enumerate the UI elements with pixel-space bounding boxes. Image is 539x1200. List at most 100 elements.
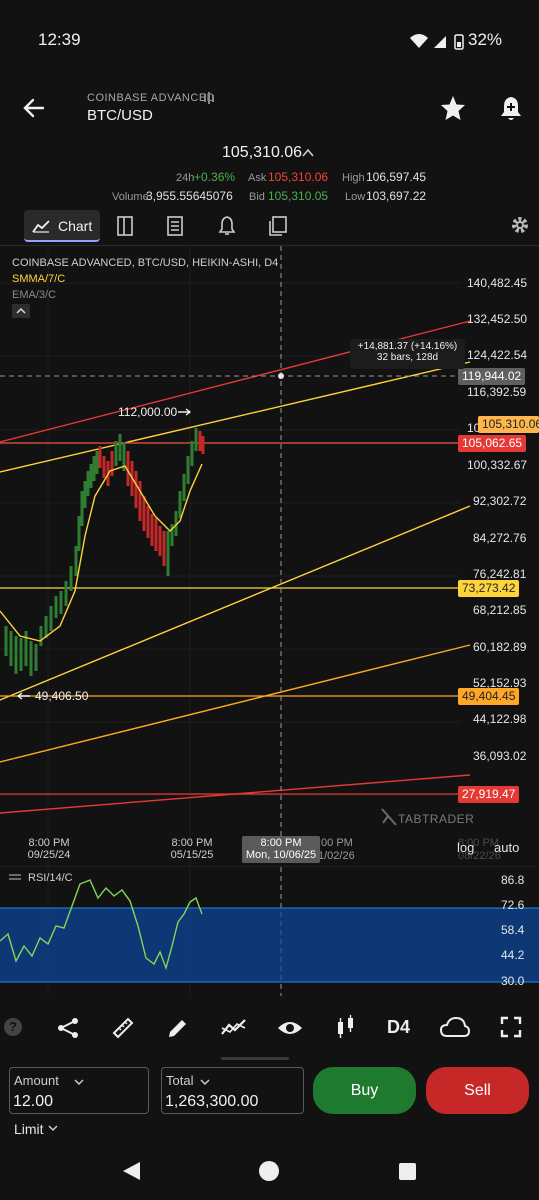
tab-alerts-bell-icon[interactable] [218, 215, 236, 237]
tab-orders-icon[interactable] [268, 215, 288, 237]
nav-home-icon[interactable] [258, 1160, 280, 1182]
smma-line [0, 463, 203, 642]
annotation-low-label: 49,406.50 [35, 689, 89, 703]
total-field[interactable]: Total 1,263,300.00 [161, 1067, 304, 1114]
indicator-ema[interactable]: EMA/3/C [12, 289, 56, 301]
log-scale-toggle[interactable]: log [457, 840, 474, 855]
tab-chart[interactable]: Chart [24, 210, 100, 242]
total-label: Total [166, 1073, 194, 1088]
rsi-level: 58.4 [501, 923, 525, 937]
share-icon[interactable] [56, 1016, 80, 1040]
app-bar: COINBASE ADVANCED BTC/USD [0, 80, 539, 140]
rsi-level: 86.8 [501, 873, 525, 887]
measure-tooltip: +14,881.37 (+14.16%) 32 bars, 128d [350, 339, 465, 369]
price-axis-label: 116,392.59 [467, 385, 527, 399]
high-label: High [342, 172, 365, 184]
add-alert-icon[interactable] [498, 95, 524, 121]
ruler-icon[interactable] [111, 1016, 135, 1040]
crosshair-price-tag: 119,944.02 [458, 368, 526, 385]
last-price-tag: 105,310.06 [478, 416, 539, 433]
high-value: 106,597.45 [366, 170, 427, 184]
price-axis-label: 100,332.67 [467, 458, 528, 472]
chevron-up-icon [302, 148, 314, 157]
visibility-eye-icon[interactable] [277, 1016, 303, 1040]
time-axis-label: 8:00 PM 05/15/25 [168, 837, 216, 861]
bid-value: 105,310.05 [268, 189, 329, 203]
trendline-yellow-upper [0, 361, 471, 473]
rsi-label[interactable]: RSI/14/C [28, 872, 73, 884]
ask-label: Ask [248, 172, 267, 184]
status-time: 12:39 [38, 30, 81, 49]
buy-button[interactable]: Buy [313, 1067, 416, 1114]
exchange-name: COINBASE ADVANCED [87, 92, 216, 104]
last-price: 105,310.06 [222, 144, 303, 161]
level-tag-red-low: 27,919.47 [458, 786, 520, 803]
price-chart[interactable]: COINBASE ADVANCED, BTC/USD, HEIKIN-ASHI,… [0, 246, 539, 996]
crosshair-point [278, 373, 284, 379]
timeframe-selector[interactable]: D4 [387, 1017, 410, 1038]
help-icon[interactable]: ? [4, 1018, 22, 1036]
view-tabs: Chart [0, 206, 539, 246]
amount-label: Amount [14, 1073, 59, 1088]
exchange-signal-icon [204, 92, 214, 104]
collapse-legend-button[interactable] [12, 304, 30, 318]
battery-percent: 32% [468, 30, 503, 49]
price-axis-label: 140,482.45 [467, 276, 528, 290]
time-axis-partial: :00 PM [318, 837, 353, 849]
measure-bars: 32 bars, 128d [376, 352, 439, 363]
order-type-selector[interactable]: Limit [14, 1121, 44, 1137]
bid-label: Bid [249, 191, 265, 203]
favorite-star-icon[interactable] [440, 95, 466, 121]
chart-tab-icon [32, 220, 50, 233]
tabtrader-logo-icon [381, 808, 397, 826]
rsi-level: 72.6 [501, 898, 525, 912]
rsi-pane [0, 866, 539, 983]
nav-recents-icon[interactable] [398, 1162, 417, 1181]
rsi-band [0, 908, 539, 982]
crosshair-date: Mon, 10/06/25 [245, 849, 317, 861]
draw-pencil-icon[interactable] [166, 1016, 190, 1040]
sell-button[interactable]: Sell [426, 1067, 529, 1114]
measure-change: +14,881.37 (+14.16%) [357, 341, 458, 352]
trendline-orange [0, 644, 471, 763]
crosshair-time: 8:00 PM [260, 837, 302, 849]
nav-back-icon[interactable] [120, 1160, 142, 1182]
change-value: +0.36% [194, 170, 236, 184]
settings-gear-icon[interactable] [510, 215, 530, 235]
crosshair-time-tag: 8:00 PM Mon, 10/06/25 [242, 836, 320, 863]
time-axis-partial: 1/02/26 [318, 850, 355, 862]
order-form: Amount 12.00 Total 1,263,300.00 Buy Sell… [0, 1057, 539, 1147]
price-axis-label: 68,212.85 [473, 603, 527, 617]
signal-icon [434, 36, 446, 48]
indicator-smma[interactable]: SMMA/7/C [12, 273, 65, 285]
drag-handle-icon[interactable] [8, 873, 22, 883]
quote-summary: 105,310.06 24h +0.36% Volume 3,955.55645… [0, 140, 539, 206]
price-axis-label: 84,272.76 [473, 531, 527, 545]
chevron-down-icon [74, 1079, 84, 1086]
price-axis-label: 60,182.89 [473, 640, 527, 654]
chart-legend-title: COINBASE ADVANCED, BTC/USD, HEIKIN-ASHI,… [12, 257, 279, 269]
change-label: 24h [176, 172, 195, 184]
time-axis-time: 8:00 PM [171, 837, 213, 849]
system-nav-bar [0, 1140, 539, 1200]
total-value: 1,263,300.00 [165, 1093, 259, 1110]
back-arrow-icon[interactable] [22, 96, 46, 120]
indicators-icon[interactable] [221, 1016, 247, 1040]
time-axis-date: 09/25/24 [27, 849, 71, 861]
time-axis-date: 05/15/25 [170, 849, 214, 861]
tab-trades-icon[interactable] [166, 215, 184, 237]
low-value: 103,697.22 [366, 189, 427, 203]
ask-value: 105,310.06 [268, 170, 329, 184]
cloud-icon[interactable] [440, 1016, 470, 1038]
chart-toolbar: ? D4 [0, 1003, 539, 1053]
auto-scale-toggle[interactable]: auto [494, 840, 519, 855]
price-axis-label: 92,302.72 [473, 494, 527, 508]
tab-orderbook-icon[interactable] [116, 215, 134, 237]
fullscreen-icon[interactable] [500, 1016, 522, 1038]
rsi-level: 30.0 [501, 974, 525, 988]
rsi-level: 44.2 [501, 948, 525, 962]
candle-type-icon[interactable] [335, 1014, 357, 1040]
chevron-down-icon [200, 1079, 210, 1086]
chevron-up-icon [16, 307, 26, 314]
amount-field[interactable]: Amount 12.00 [9, 1067, 149, 1114]
